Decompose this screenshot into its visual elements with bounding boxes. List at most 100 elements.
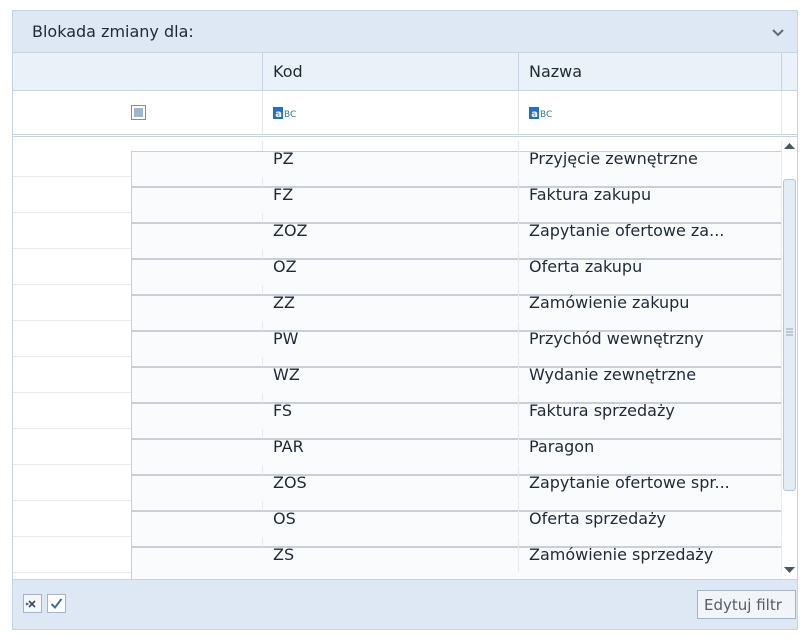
nazwa-value: Zamówienie zakupu	[529, 293, 690, 312]
select-all-checkbox[interactable]	[131, 105, 146, 120]
filter-cell-nazwa[interactable]: a BC	[519, 91, 782, 134]
table-row[interactable]: WZ Wydanie zewnętrzne	[13, 357, 782, 403]
nazwa-value: Zapytanie ofertowe spr...	[529, 473, 730, 492]
panel-header[interactable]: Blokada zmiany dla:	[13, 11, 797, 53]
kod-cell[interactable]: ZS	[263, 537, 519, 572]
table-row[interactable]: PZ Przyjęcie zewnętrzne	[13, 141, 782, 187]
kod-value: FZ	[273, 185, 294, 204]
filter-row: a BC a BC	[13, 91, 797, 137]
nazwa-cell[interactable]: Paragon	[519, 429, 782, 464]
svg-text:BC: BC	[540, 110, 552, 119]
nazwa-cell[interactable]: Oferta zakupu	[519, 249, 782, 284]
nazwa-value: Oferta sprzedaży	[529, 509, 666, 528]
kod-cell[interactable]: OS	[263, 501, 519, 536]
nazwa-value: Zapytanie ofertowe za...	[529, 221, 725, 240]
table-row[interactable]: ZOZ Zapytanie ofertowe za...	[13, 213, 782, 259]
kod-value: OS	[273, 509, 296, 528]
edit-filter-label: Edytuj filtr	[704, 596, 782, 614]
abc-text-filter-icon[interactable]: a BC	[529, 107, 557, 119]
nazwa-cell[interactable]: Faktura zakupu	[519, 177, 782, 212]
nazwa-value: Przychód wewnętrzny	[529, 329, 704, 348]
kod-value: ZOS	[273, 473, 307, 492]
row-select-cell	[13, 393, 782, 439]
row-select-cell	[13, 357, 782, 403]
row-select-cell	[13, 141, 782, 187]
kod-cell[interactable]: FZ	[263, 177, 519, 212]
svg-text:a: a	[275, 109, 282, 119]
row-select-cell	[13, 537, 782, 579]
edit-filter-button[interactable]: Edytuj filtr	[697, 590, 796, 619]
table-row[interactable]: ZS Zamówienie sprzedaży	[13, 537, 782, 579]
table-row[interactable]: ZOS Zapytanie ofertowe spr...	[13, 465, 782, 511]
scrollbar-thumb[interactable]	[783, 179, 796, 491]
filter-footer: Edytuj filtr	[13, 579, 797, 629]
scroll-down-arrow-icon[interactable]	[784, 563, 795, 577]
kod-cell[interactable]: PAR	[263, 429, 519, 464]
kod-cell[interactable]: OZ	[263, 249, 519, 284]
table-row[interactable]: PAR Paragon	[13, 429, 782, 475]
kod-value: ZS	[273, 545, 295, 564]
kod-cell[interactable]: ZOS	[263, 465, 519, 500]
row-select-cell	[13, 429, 782, 475]
clear-filter-button[interactable]	[23, 594, 42, 613]
column-header-select[interactable]	[13, 53, 263, 91]
kod-value: ZOZ	[273, 221, 308, 240]
nazwa-value: Oferta zakupu	[529, 257, 643, 276]
kod-cell[interactable]: PZ	[263, 141, 519, 176]
nazwa-value: Wydanie zewnętrzne	[529, 365, 697, 384]
row-select-cell	[13, 321, 782, 367]
chevron-down-icon[interactable]	[771, 25, 785, 39]
nazwa-cell[interactable]: Przychód wewnętrzny	[519, 321, 782, 356]
row-select-cell	[13, 249, 782, 295]
nazwa-value: Przyjęcie zewnętrzne	[529, 149, 698, 168]
kod-value: ZZ	[273, 293, 295, 312]
document-type-grid: Kod Nazwa a BC a BC PZ Przyjęcie zewnętr…	[13, 53, 797, 579]
kod-cell[interactable]: FS	[263, 393, 519, 428]
panel-title: Blokada zmiany dla:	[32, 22, 194, 41]
nazwa-value: Zamówienie sprzedaży	[529, 545, 714, 564]
table-row[interactable]: FS Faktura sprzedaży	[13, 393, 782, 439]
kod-cell[interactable]: PW	[263, 321, 519, 356]
kod-cell[interactable]: ZOZ	[263, 213, 519, 248]
kod-cell[interactable]: WZ	[263, 357, 519, 392]
nazwa-cell[interactable]: Zamówienie sprzedaży	[519, 537, 782, 572]
row-select-cell	[13, 285, 782, 331]
kod-cell[interactable]: ZZ	[263, 285, 519, 320]
nazwa-cell[interactable]: Wydanie zewnętrzne	[519, 357, 782, 392]
nazwa-cell[interactable]: Przyjęcie zewnętrzne	[519, 141, 782, 176]
abc-text-filter-icon[interactable]: a BC	[273, 107, 301, 119]
nazwa-cell[interactable]: Oferta sprzedaży	[519, 501, 782, 536]
table-row[interactable]: ZZ Zamówienie zakupu	[13, 285, 782, 331]
nazwa-cell[interactable]: Zapytanie ofertowe spr...	[519, 465, 782, 500]
row-select-cell	[13, 501, 782, 547]
kod-value: FS	[273, 401, 293, 420]
row-select-cell	[13, 177, 782, 223]
svg-text:BC: BC	[284, 110, 296, 119]
nazwa-cell[interactable]: Zapytanie ofertowe za...	[519, 213, 782, 248]
filter-cell-kod[interactable]: a BC	[263, 91, 519, 134]
nazwa-cell[interactable]: Faktura sprzedaży	[519, 393, 782, 428]
svg-text:a: a	[531, 109, 538, 119]
filter-cell-select	[13, 91, 263, 134]
nazwa-value: Paragon	[529, 437, 595, 456]
checkmark-icon	[50, 598, 63, 610]
table-row[interactable]: FZ Faktura zakupu	[13, 177, 782, 223]
kod-value: PAR	[273, 437, 304, 456]
table-row[interactable]: OZ Oferta zakupu	[13, 249, 782, 295]
column-header-nazwa[interactable]: Nazwa	[519, 53, 782, 91]
table-row[interactable]: OS Oferta sprzedaży	[13, 501, 782, 547]
row-select-cell	[13, 213, 782, 259]
table-row[interactable]: PW Przychód wewnętrzny	[13, 321, 782, 367]
clear-filter-icon	[25, 600, 36, 608]
filter-enabled-checkbox[interactable]	[47, 594, 66, 613]
scroll-up-arrow-icon[interactable]	[784, 139, 795, 153]
column-header-kod-label: Kod	[273, 62, 303, 81]
nazwa-cell[interactable]: Zamówienie zakupu	[519, 285, 782, 320]
vertical-scrollbar[interactable]	[782, 137, 797, 579]
kod-value: WZ	[273, 365, 300, 384]
column-header-kod[interactable]: Kod	[263, 53, 519, 91]
kod-value: PZ	[273, 149, 294, 168]
blocking-panel: Blokada zmiany dla: Kod Nazwa a BC a BC …	[12, 10, 798, 630]
column-header-spacer	[782, 53, 797, 91]
nazwa-value: Faktura sprzedaży	[529, 401, 675, 420]
